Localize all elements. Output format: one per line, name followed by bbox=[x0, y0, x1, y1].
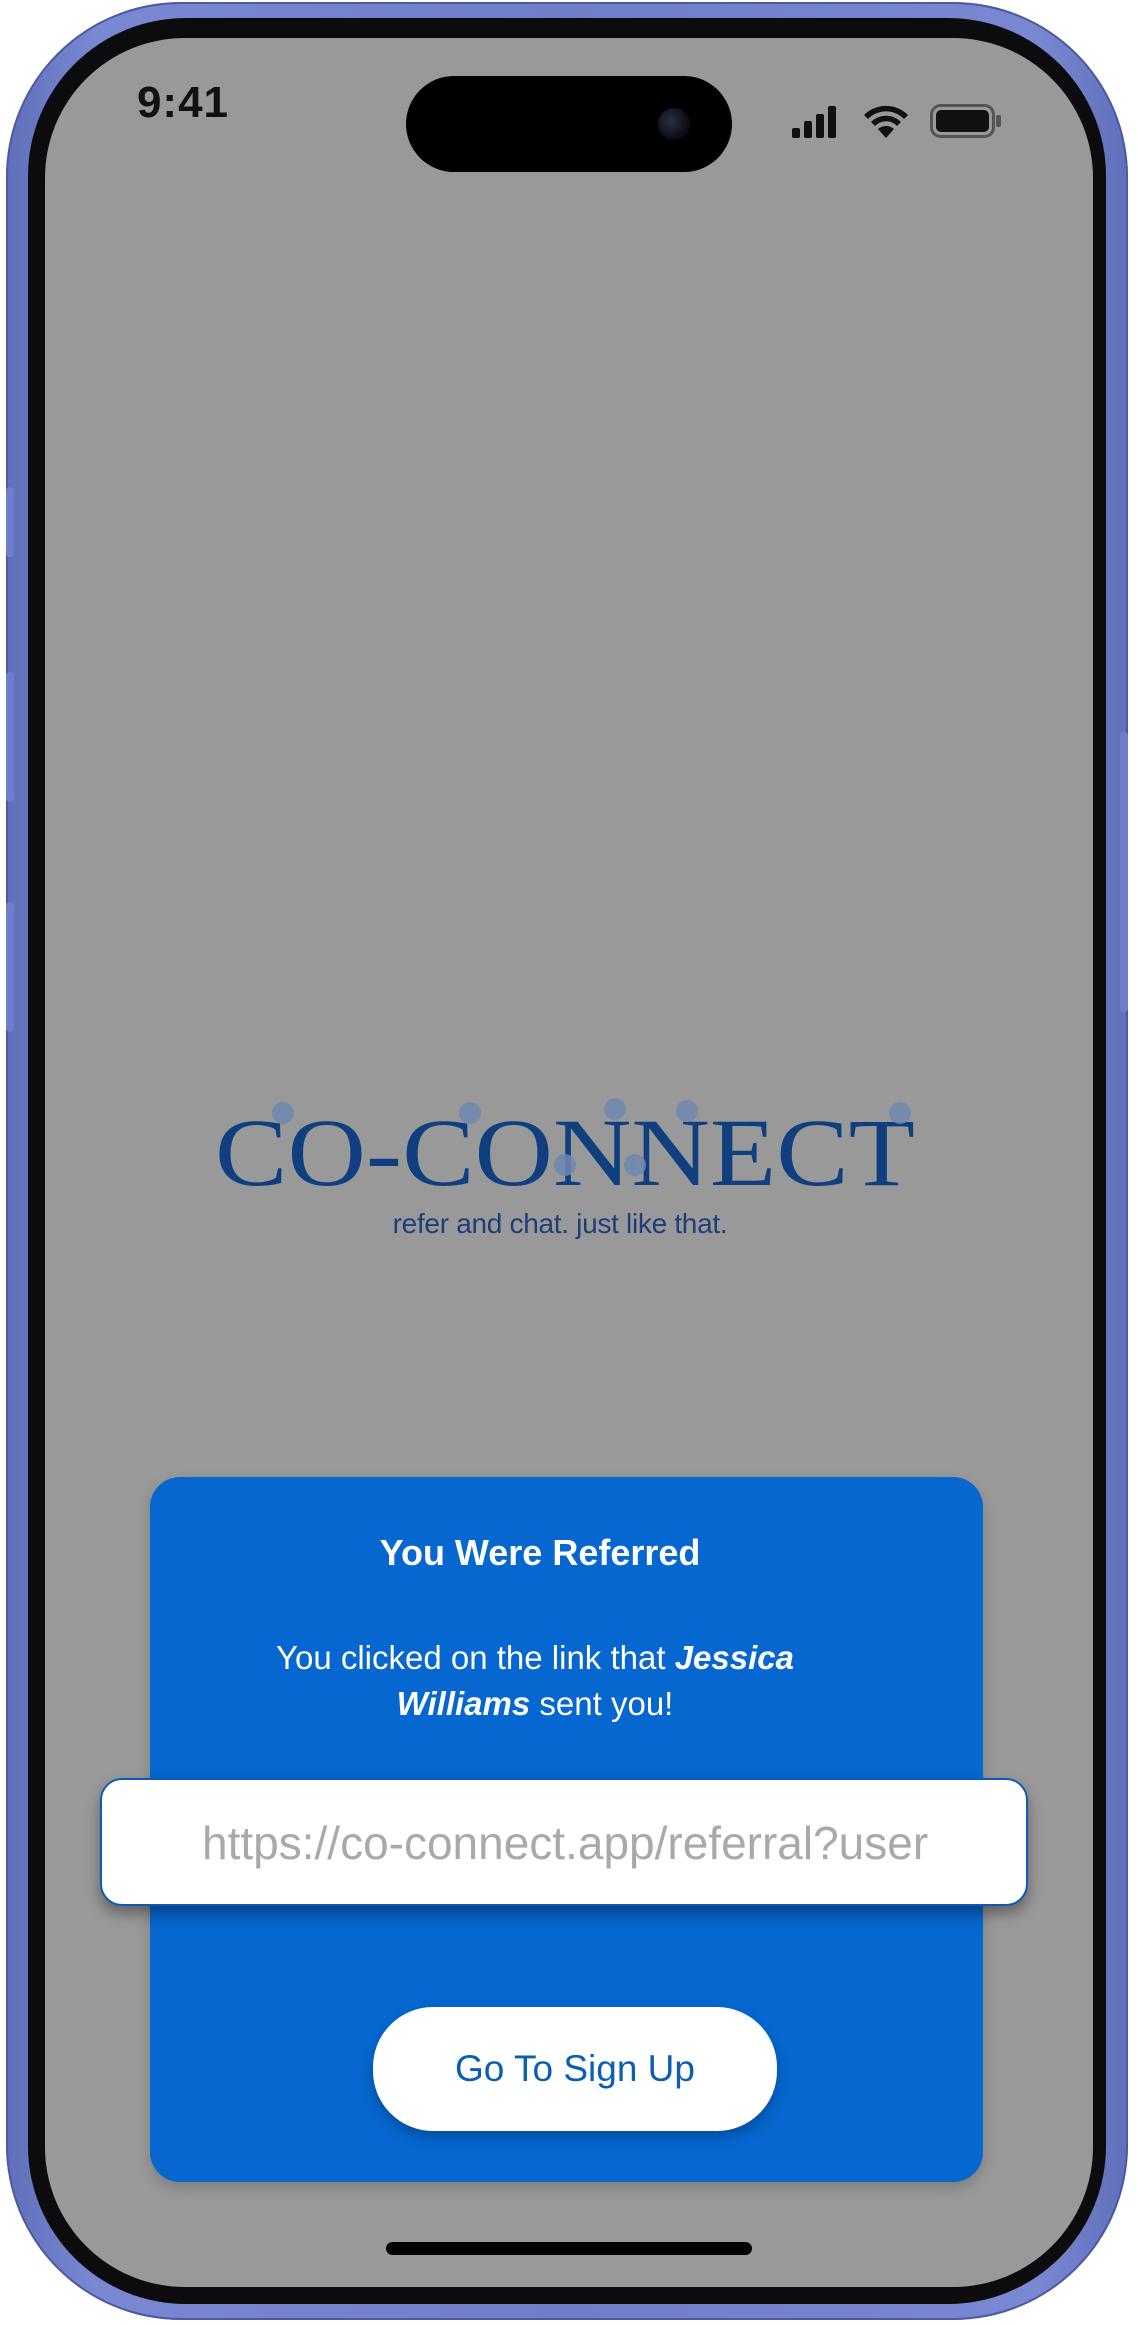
battery-icon bbox=[930, 104, 1001, 138]
home-indicator[interactable] bbox=[386, 2242, 752, 2255]
volume-up-button bbox=[6, 672, 14, 802]
power-button bbox=[1120, 732, 1128, 1012]
action-button bbox=[6, 487, 14, 557]
card-message: You clicked on the link that Jessica Wil… bbox=[240, 1635, 830, 1727]
dynamic-island bbox=[406, 76, 732, 172]
message-suffix: sent you! bbox=[530, 1685, 674, 1722]
message-prefix: You clicked on the link that bbox=[275, 1639, 675, 1676]
co-connect-logo: CO-CONNECT bbox=[215, 1095, 925, 1205]
card-title: You Were Referred bbox=[379, 1532, 701, 1573]
logo-wordmark: CO-CONNECT bbox=[215, 1099, 915, 1205]
cellular-signal-icon bbox=[792, 106, 836, 138]
wifi-icon bbox=[864, 105, 908, 138]
status-time: 9:41 bbox=[136, 78, 230, 127]
go-to-sign-up-button[interactable]: Go To Sign Up bbox=[373, 2007, 777, 2131]
referral-link-text: https://co-connect.app/referral?user bbox=[202, 1817, 929, 1869]
logo-tagline: refer and chat. just like that. bbox=[392, 1208, 728, 1239]
volume-down-button bbox=[6, 902, 14, 1032]
camera-icon bbox=[658, 108, 690, 140]
referral-link-field[interactable]: https://co-connect.app/referral?user bbox=[100, 1778, 1028, 1906]
